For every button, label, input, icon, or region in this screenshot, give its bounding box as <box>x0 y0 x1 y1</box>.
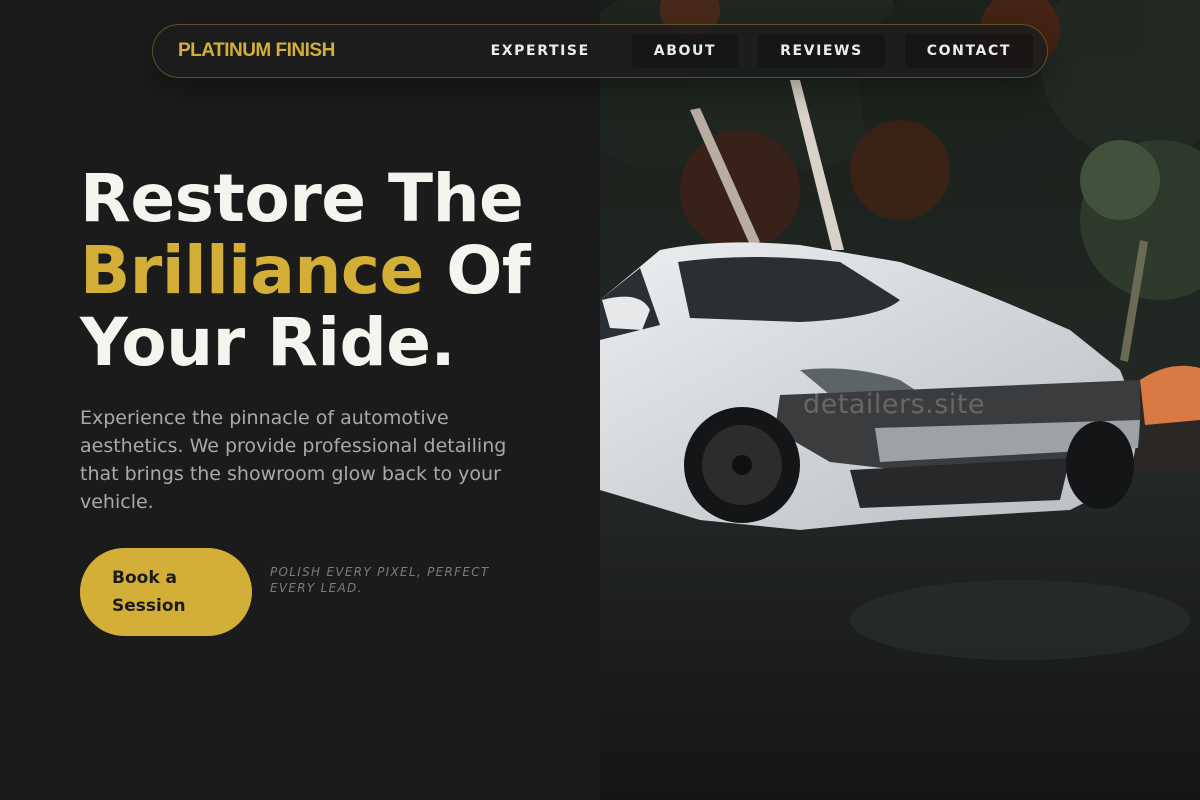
headline-line-2-rest: Of <box>423 232 531 309</box>
hero-headline: Restore The Brilliance Of Your Ride. <box>80 163 580 379</box>
hero-subtext: Experience the pinnacle of automotive ae… <box>80 407 507 513</box>
headline-accent-word: Brilliance <box>80 232 424 309</box>
watermark-text: detailers.site <box>803 389 986 420</box>
nav-link-contact[interactable]: CONTACT <box>904 34 1033 68</box>
headline-line-3: Your Ride. <box>80 304 456 381</box>
nav-link-about[interactable]: ABOUT <box>631 34 739 68</box>
nav-link-reviews[interactable]: REVIEWS <box>758 34 885 68</box>
nav-links: EXPERTISE ABOUT REVIEWS CONTACT <box>469 34 1033 68</box>
top-navbar: PLATINUM FINISH EXPERTISE ABOUT REVIEWS … <box>152 24 1048 78</box>
hero-car-photo: detailers.site <box>600 0 1200 800</box>
headline-line-1: Restore The <box>80 160 524 237</box>
brand-logo[interactable]: PLATINUM FINISH <box>178 40 335 62</box>
nav-link-expertise[interactable]: EXPERTISE <box>469 34 612 68</box>
book-session-button[interactable]: Book a Session <box>80 548 252 636</box>
hero-tagline: Polish every pixel, perfect every lead. <box>270 565 490 595</box>
